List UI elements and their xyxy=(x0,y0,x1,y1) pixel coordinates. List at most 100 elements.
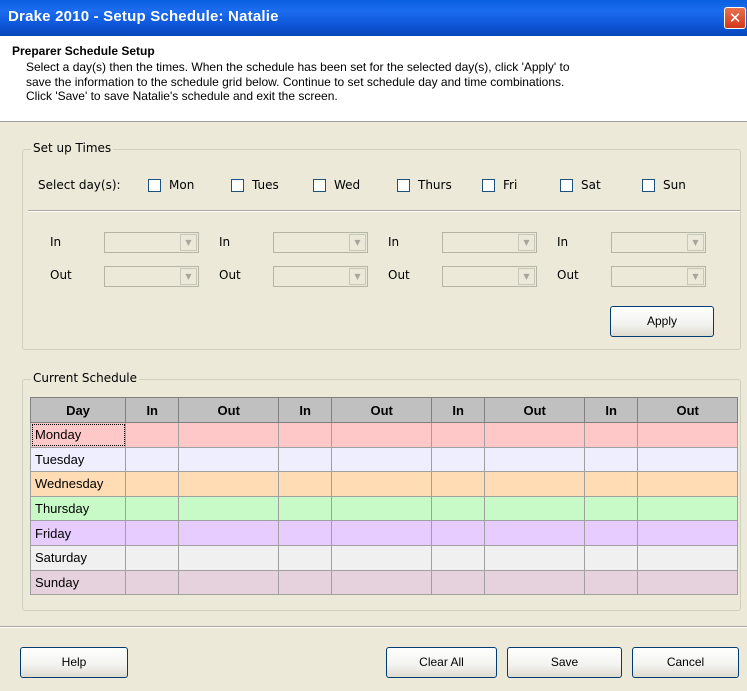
cancel-button[interactable]: Cancel xyxy=(632,647,739,678)
schedule-time-cell[interactable] xyxy=(583,569,639,596)
schedule-row[interactable]: Wednesday xyxy=(30,471,738,497)
dropdown-arrow-icon[interactable]: ▼ xyxy=(687,268,704,285)
schedule-time-cell[interactable] xyxy=(124,544,180,571)
schedule-time-cell[interactable] xyxy=(178,520,279,546)
day-checkbox-thurs[interactable]: Thurs xyxy=(397,176,452,194)
schedule-time-cell[interactable] xyxy=(637,544,738,571)
schedule-time-cell[interactable] xyxy=(331,495,432,522)
schedule-row[interactable]: Saturday xyxy=(30,544,738,571)
schedule-time-cell[interactable] xyxy=(277,446,333,473)
schedule-time-cell[interactable] xyxy=(637,422,738,448)
help-button[interactable]: Help xyxy=(20,647,128,678)
schedule-time-cell[interactable] xyxy=(637,471,738,497)
schedule-time-cell[interactable] xyxy=(583,446,639,473)
column-header[interactable]: Out xyxy=(331,397,432,423)
in-time-select-3[interactable]: ▼ xyxy=(442,232,537,253)
schedule-time-cell[interactable] xyxy=(124,422,180,448)
schedule-time-cell[interactable] xyxy=(178,495,279,522)
schedule-time-cell[interactable] xyxy=(124,471,180,497)
day-checkbox-fri[interactable]: Fri xyxy=(482,176,517,194)
schedule-time-cell[interactable] xyxy=(331,520,432,546)
schedule-time-cell[interactable] xyxy=(430,422,486,448)
schedule-time-cell[interactable] xyxy=(484,544,585,571)
checkbox-icon[interactable] xyxy=(148,178,161,192)
out-time-select-3[interactable]: ▼ xyxy=(442,266,537,287)
schedule-time-cell[interactable] xyxy=(430,495,486,522)
schedule-time-cell[interactable] xyxy=(124,446,180,473)
schedule-time-cell[interactable] xyxy=(430,544,486,571)
column-header[interactable]: In xyxy=(583,397,639,423)
checkbox-icon[interactable] xyxy=(482,178,495,192)
schedule-day-cell[interactable]: Sunday xyxy=(30,569,126,596)
day-checkbox-mon[interactable]: Mon xyxy=(148,176,194,194)
schedule-time-cell[interactable] xyxy=(583,520,639,546)
schedule-time-cell[interactable] xyxy=(277,544,333,571)
in-time-select-4[interactable]: ▼ xyxy=(611,232,706,253)
schedule-time-cell[interactable] xyxy=(124,495,180,522)
dropdown-arrow-icon[interactable]: ▼ xyxy=(518,268,535,285)
column-header[interactable]: In xyxy=(430,397,486,423)
schedule-row[interactable]: Monday xyxy=(30,422,738,448)
schedule-time-cell[interactable] xyxy=(583,544,639,571)
schedule-time-cell[interactable] xyxy=(331,544,432,571)
schedule-day-cell[interactable]: Friday xyxy=(30,520,126,546)
close-icon[interactable]: ✕ xyxy=(724,7,746,29)
clear-all-button[interactable]: Clear All xyxy=(386,647,497,678)
save-button[interactable]: Save xyxy=(507,647,622,678)
checkbox-icon[interactable] xyxy=(313,178,326,192)
schedule-time-cell[interactable] xyxy=(484,520,585,546)
schedule-time-cell[interactable] xyxy=(637,569,738,596)
schedule-time-cell[interactable] xyxy=(277,520,333,546)
in-time-select-1[interactable]: ▼ xyxy=(104,232,199,253)
schedule-day-cell[interactable]: Monday xyxy=(30,422,126,448)
schedule-time-cell[interactable] xyxy=(484,422,585,448)
schedule-time-cell[interactable] xyxy=(331,422,432,448)
day-checkbox-wed[interactable]: Wed xyxy=(313,176,360,194)
dropdown-arrow-icon[interactable]: ▼ xyxy=(518,234,535,251)
schedule-time-cell[interactable] xyxy=(430,569,486,596)
schedule-time-cell[interactable] xyxy=(637,495,738,522)
schedule-time-cell[interactable] xyxy=(331,471,432,497)
checkbox-icon[interactable] xyxy=(231,178,244,192)
checkbox-icon[interactable] xyxy=(397,178,410,192)
schedule-time-cell[interactable] xyxy=(484,471,585,497)
column-header[interactable]: In xyxy=(277,397,333,423)
schedule-row[interactable]: Friday xyxy=(30,520,738,546)
dropdown-arrow-icon[interactable]: ▼ xyxy=(349,268,366,285)
column-header[interactable]: Out xyxy=(484,397,585,423)
schedule-time-cell[interactable] xyxy=(331,446,432,473)
schedule-time-cell[interactable] xyxy=(637,446,738,473)
day-checkbox-tues[interactable]: Tues xyxy=(231,176,279,194)
column-header[interactable]: In xyxy=(124,397,180,423)
schedule-time-cell[interactable] xyxy=(178,569,279,596)
column-header[interactable]: Day xyxy=(30,397,126,423)
schedule-day-cell[interactable]: Wednesday xyxy=(30,471,126,497)
title-bar[interactable]: Drake 2010 - Setup Schedule: Natalie ✕ xyxy=(0,0,747,36)
schedule-row[interactable]: Sunday xyxy=(30,569,738,596)
day-checkbox-sun[interactable]: Sun xyxy=(642,176,686,194)
schedule-time-cell[interactable] xyxy=(124,520,180,546)
schedule-time-cell[interactable] xyxy=(277,569,333,596)
out-time-select-2[interactable]: ▼ xyxy=(273,266,368,287)
apply-button[interactable]: Apply xyxy=(610,306,714,337)
schedule-time-cell[interactable] xyxy=(583,495,639,522)
schedule-time-cell[interactable] xyxy=(178,422,279,448)
schedule-time-cell[interactable] xyxy=(583,422,639,448)
schedule-time-cell[interactable] xyxy=(583,471,639,497)
schedule-time-cell[interactable] xyxy=(178,544,279,571)
checkbox-icon[interactable] xyxy=(560,178,573,192)
schedule-time-cell[interactable] xyxy=(484,569,585,596)
schedule-time-cell[interactable] xyxy=(430,471,486,497)
in-time-select-2[interactable]: ▼ xyxy=(273,232,368,253)
schedule-time-cell[interactable] xyxy=(124,569,180,596)
schedule-time-cell[interactable] xyxy=(178,471,279,497)
schedule-time-cell[interactable] xyxy=(484,446,585,473)
schedule-time-cell[interactable] xyxy=(178,446,279,473)
checkbox-icon[interactable] xyxy=(642,178,655,192)
dropdown-arrow-icon[interactable]: ▼ xyxy=(180,234,197,251)
schedule-time-cell[interactable] xyxy=(331,569,432,596)
schedule-time-cell[interactable] xyxy=(277,471,333,497)
schedule-row[interactable]: Tuesday xyxy=(30,446,738,473)
schedule-day-cell[interactable]: Tuesday xyxy=(30,446,126,473)
schedule-time-cell[interactable] xyxy=(430,520,486,546)
